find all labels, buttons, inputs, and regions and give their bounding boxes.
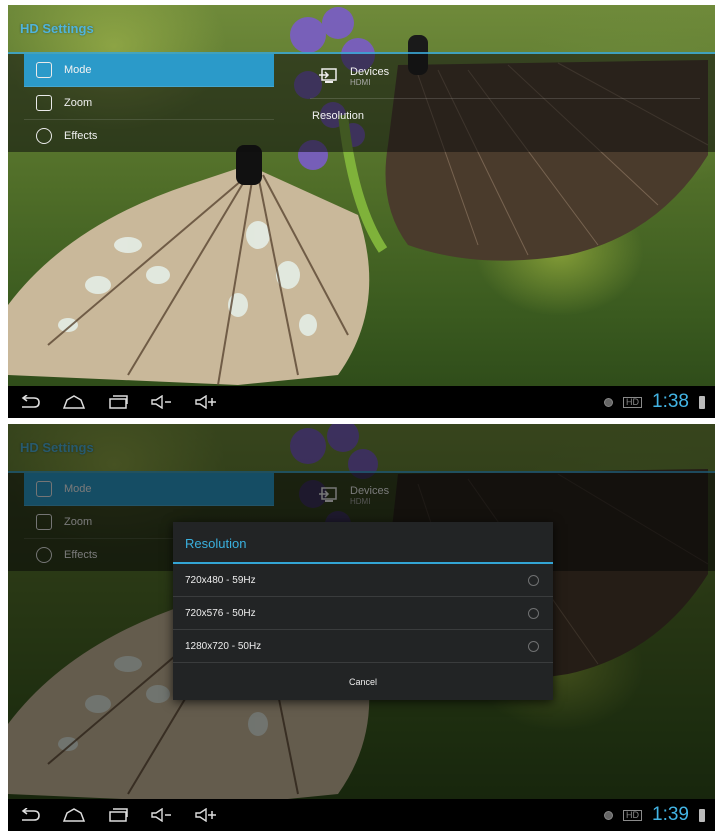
menu-item-label: Zoom bbox=[64, 97, 93, 109]
menu-item-mode[interactable]: Mode bbox=[24, 54, 274, 87]
battery-icon bbox=[699, 808, 705, 822]
dialog-title: Resolution bbox=[173, 522, 553, 564]
notification-icon bbox=[604, 397, 614, 407]
screenshot-resolution-dialog: HD Settings Mode Zoom Effects bbox=[8, 424, 715, 831]
recents-icon bbox=[107, 808, 129, 822]
hdmi-device-icon bbox=[318, 67, 340, 85]
radio-button[interactable] bbox=[528, 640, 539, 652]
screenshot-settings: HD Settings Mode Zoom Effects Devices HD… bbox=[8, 5, 715, 418]
hd-indicator: HD bbox=[623, 396, 643, 408]
settings-panel: Mode Zoom Effects Devices HDMI bbox=[8, 54, 715, 152]
resolution-row[interactable]: Resolution bbox=[310, 99, 700, 133]
app-title: HD Settings bbox=[20, 21, 94, 36]
recents-button[interactable] bbox=[96, 799, 140, 831]
volume-up-button[interactable] bbox=[184, 386, 228, 418]
volume-up-button[interactable] bbox=[184, 799, 228, 831]
radio-button[interactable] bbox=[528, 574, 539, 586]
recents-button[interactable] bbox=[96, 386, 140, 418]
clock: 1:39 bbox=[652, 804, 689, 825]
back-icon bbox=[19, 808, 41, 822]
home-icon bbox=[62, 395, 86, 409]
menu-item-effects[interactable]: Effects bbox=[24, 120, 274, 152]
volume-down-icon bbox=[150, 395, 174, 409]
radio-button[interactable] bbox=[528, 607, 539, 619]
hd-indicator: HD bbox=[623, 809, 643, 821]
clock: 1:38 bbox=[652, 391, 689, 412]
status-area: HD 1:38 bbox=[604, 386, 705, 418]
home-button[interactable] bbox=[52, 799, 96, 831]
option-label: 720x480 - 59Hz bbox=[185, 574, 256, 586]
option-label: 1280x720 - 50Hz bbox=[185, 640, 262, 652]
home-button[interactable] bbox=[52, 386, 96, 418]
volume-down-icon bbox=[150, 808, 174, 822]
resolution-option-720x576[interactable]: 720x576 - 50Hz bbox=[173, 597, 553, 630]
devices-sublabel: HDMI bbox=[350, 77, 371, 87]
zoom-icon bbox=[36, 95, 52, 111]
volume-down-button[interactable] bbox=[140, 386, 184, 418]
menu-item-label: Mode bbox=[64, 64, 92, 76]
menu-item-label: Effects bbox=[64, 130, 98, 142]
resolution-option-1280x720[interactable]: 1280x720 - 50Hz bbox=[173, 630, 553, 663]
resolution-option-720x480[interactable]: 720x480 - 59Hz bbox=[173, 564, 553, 597]
cancel-button[interactable]: Cancel bbox=[173, 663, 553, 701]
back-icon bbox=[19, 395, 41, 409]
option-label: 720x576 - 50Hz bbox=[185, 607, 256, 619]
devices-label: Devices bbox=[350, 65, 390, 78]
menu-item-zoom[interactable]: Zoom bbox=[24, 87, 274, 120]
back-button[interactable] bbox=[8, 799, 52, 831]
resolution-dialog: Resolution 720x480 - 59Hz 720x576 - 50Hz… bbox=[173, 522, 553, 700]
volume-up-icon bbox=[194, 808, 218, 822]
devices-row[interactable]: Devices HDMI bbox=[310, 54, 700, 99]
settings-detail: Devices HDMI Resolution bbox=[310, 54, 700, 133]
settings-menu: Mode Zoom Effects bbox=[24, 54, 274, 152]
volume-down-button[interactable] bbox=[140, 799, 184, 831]
status-area: HD 1:39 bbox=[604, 799, 705, 831]
mode-icon bbox=[36, 62, 52, 78]
navigation-bar: HD 1:39 bbox=[8, 799, 715, 831]
battery-icon bbox=[699, 395, 705, 409]
back-button[interactable] bbox=[8, 386, 52, 418]
recents-icon bbox=[107, 395, 129, 409]
resolution-label: Resolution bbox=[312, 110, 364, 122]
notification-icon bbox=[604, 810, 614, 820]
effects-icon bbox=[36, 128, 52, 144]
home-icon bbox=[62, 808, 86, 822]
navigation-bar: HD 1:38 bbox=[8, 386, 715, 418]
volume-up-icon bbox=[194, 395, 218, 409]
